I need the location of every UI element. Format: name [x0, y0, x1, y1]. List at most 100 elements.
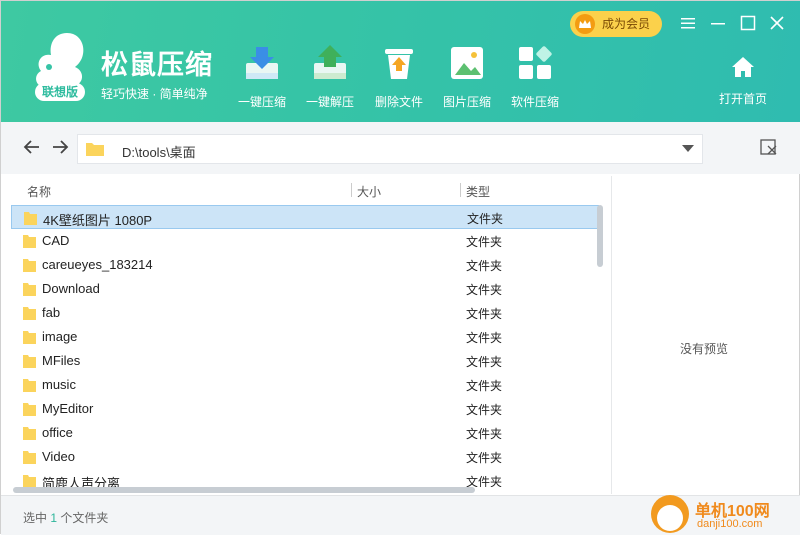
folder-icon	[86, 143, 104, 156]
tool-delete-button[interactable]: 删除文件	[364, 43, 434, 109]
vertical-scrollbar[interactable]	[597, 205, 603, 267]
file-type: 文件夹	[466, 355, 503, 369]
pane-divider[interactable]	[611, 176, 612, 494]
tool-label: 一键压缩	[237, 95, 286, 109]
column-divider[interactable]	[460, 183, 461, 197]
address-bar-row: D:\tools\桌面	[1, 122, 800, 174]
file-name: music	[42, 377, 76, 392]
file-type: 文件夹	[466, 259, 503, 273]
folder-icon	[23, 355, 36, 368]
app-window: 联想版 松鼠压缩 轻巧快速 · 简单纯净 一键压缩 一键解压 删除文件 图片压缩…	[0, 0, 800, 535]
status-count: 1	[50, 511, 58, 525]
minimize-icon[interactable]	[710, 15, 726, 31]
folder-icon	[23, 475, 36, 487]
list-item[interactable]: 简鹿人声分离 文件夹	[11, 469, 599, 487]
member-label: 成为会员	[602, 17, 651, 31]
file-type: 文件夹	[466, 403, 503, 417]
list-item[interactable]: image 文件夹	[11, 325, 599, 349]
status-suffix: 个文件夹	[60, 511, 109, 525]
tool-extract-button[interactable]: 一键解压	[295, 43, 365, 109]
tool-software-compress-button[interactable]: 软件压缩	[500, 43, 570, 109]
preview-empty-text: 没有预览	[680, 342, 729, 356]
file-name: office	[42, 425, 73, 440]
site-watermark: 单机100网 danji100.com	[651, 491, 800, 535]
list-item[interactable]: careueyes_183214 文件夹	[11, 253, 599, 277]
home-icon	[732, 57, 754, 77]
file-name: 4K壁纸图片 1080P	[43, 213, 153, 228]
folder-icon	[23, 307, 36, 320]
file-type: 文件夹	[466, 331, 503, 345]
crown-icon	[575, 14, 595, 34]
column-name[interactable]: 名称	[27, 183, 51, 200]
file-name: MFiles	[42, 353, 81, 368]
folder-icon	[23, 427, 36, 440]
become-member-button[interactable]: 成为会员	[570, 11, 662, 37]
file-name: fab	[42, 305, 61, 320]
file-type: 文件夹	[466, 379, 503, 393]
chevron-down-icon[interactable]	[682, 145, 694, 152]
file-type: 文件夹	[466, 307, 503, 321]
status-prefix: 选中	[23, 511, 48, 525]
list-item[interactable]: Download 文件夹	[11, 277, 599, 301]
file-name: 简鹿人声分离	[42, 476, 121, 487]
open-home-button[interactable]: 打开首页	[713, 55, 773, 107]
delete-file-icon	[385, 49, 413, 79]
watermark-logo-icon	[651, 495, 689, 533]
tool-label: 一键解压	[305, 95, 354, 109]
menu-icon[interactable]	[680, 15, 696, 31]
image-compress-icon	[451, 47, 483, 79]
file-rows: 4K壁纸图片 1080P 文件夹 CAD 文件夹 careueyes_18321…	[11, 205, 599, 487]
list-item[interactable]: Video 文件夹	[11, 445, 599, 469]
column-divider[interactable]	[351, 183, 352, 197]
extract-icon	[314, 45, 346, 79]
close-icon[interactable]	[769, 15, 785, 31]
tool-label: 删除文件	[374, 95, 423, 109]
edition-badge: 联想版	[35, 83, 85, 101]
address-path: D:\tools\桌面	[122, 145, 196, 160]
tool-compress-button[interactable]: 一键压缩	[227, 43, 297, 109]
tool-label: 图片压缩	[442, 95, 491, 109]
file-name: Download	[42, 281, 100, 296]
folder-icon	[23, 379, 36, 392]
tool-image-compress-button[interactable]: 图片压缩	[432, 43, 502, 109]
horizontal-scrollbar[interactable]	[13, 487, 475, 493]
address-input[interactable]: D:\tools\桌面	[77, 134, 703, 164]
column-header: 名称 大小 类型	[11, 176, 609, 204]
close-preview-icon[interactable]	[759, 137, 779, 157]
file-list: 名称 大小 类型 4K壁纸图片 1080P 文件夹 CAD 文件夹 careue…	[11, 176, 609, 494]
file-name: careueyes_183214	[42, 257, 153, 272]
tool-label: 软件压缩	[510, 95, 559, 109]
file-name: Video	[42, 449, 76, 464]
list-item[interactable]: MFiles 文件夹	[11, 349, 599, 373]
list-item[interactable]: music 文件夹	[11, 373, 599, 397]
folder-icon	[23, 451, 36, 464]
forward-arrow-icon[interactable]	[49, 136, 71, 158]
list-item[interactable]: office 文件夹	[11, 421, 599, 445]
column-type[interactable]: 类型	[466, 183, 490, 200]
list-item[interactable]: MyEditor 文件夹	[11, 397, 599, 421]
file-name: MyEditor	[42, 401, 94, 416]
folder-icon	[23, 403, 36, 416]
compress-icon	[246, 47, 278, 79]
file-type: 文件夹	[466, 475, 503, 487]
status-text: 选中 1 个文件夹	[23, 509, 108, 526]
folder-icon	[23, 331, 36, 344]
list-item[interactable]: fab 文件夹	[11, 301, 599, 325]
list-item[interactable]: CAD 文件夹	[11, 229, 599, 253]
back-arrow-icon[interactable]	[21, 136, 43, 158]
list-item[interactable]: 4K壁纸图片 1080P 文件夹	[11, 205, 599, 229]
file-type: 文件夹	[466, 451, 503, 465]
folder-icon	[23, 283, 36, 296]
home-label: 打开首页	[718, 92, 767, 106]
column-size[interactable]: 大小	[357, 183, 381, 200]
maximize-icon[interactable]	[740, 15, 756, 31]
file-type: 文件夹	[467, 212, 504, 226]
watermark-url: danji100.com	[697, 518, 763, 530]
header-bar: 联想版 松鼠压缩 轻巧快速 · 简单纯净 一键压缩 一键解压 删除文件 图片压缩…	[1, 1, 800, 122]
file-type: 文件夹	[466, 235, 503, 249]
folder-icon	[23, 235, 36, 248]
folder-icon	[23, 259, 36, 272]
folder-icon	[24, 212, 37, 225]
app-title: 松鼠压缩	[101, 50, 213, 80]
file-type: 文件夹	[466, 283, 503, 297]
